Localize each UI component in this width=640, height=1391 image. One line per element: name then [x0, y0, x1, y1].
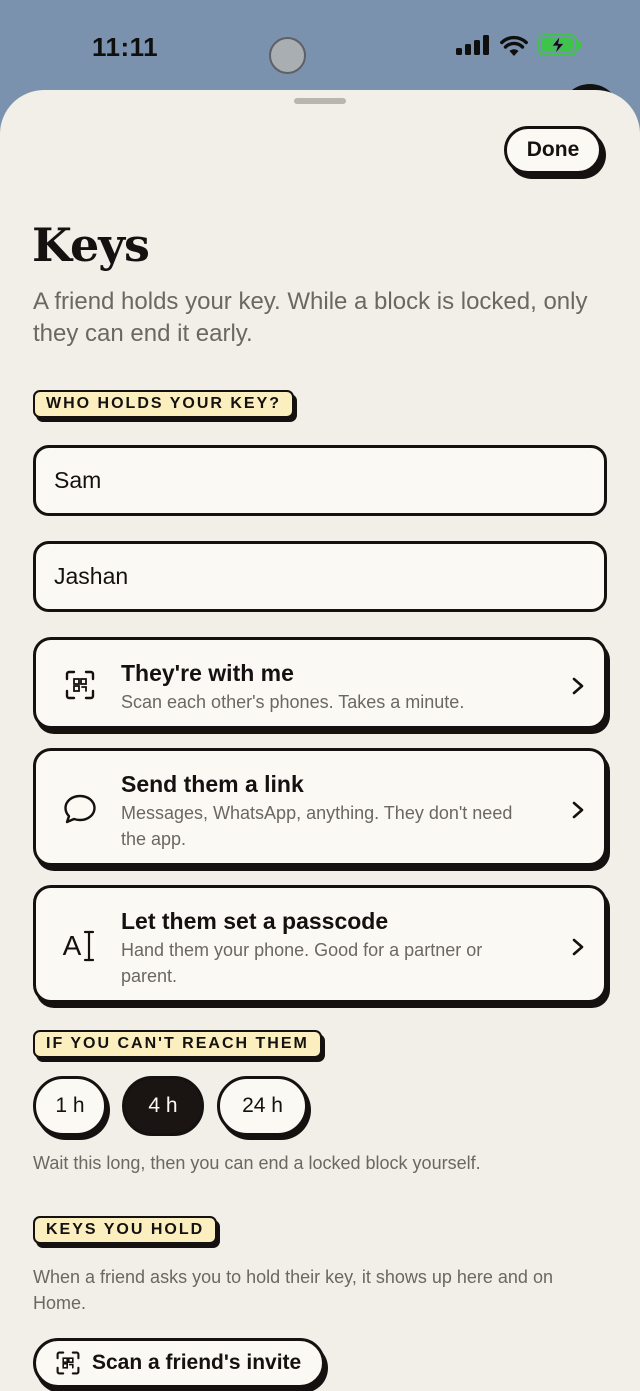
done-button[interactable]: Done — [504, 126, 602, 174]
option-title: Let them set a passcode — [121, 908, 389, 934]
text-cursor-icon: A — [60, 926, 100, 966]
wifi-icon — [500, 35, 528, 56]
page-subtitle: A friend holds your key. While a block i… — [33, 288, 588, 347]
sheet-grabber[interactable] — [294, 98, 346, 104]
scan-invite-label: Scan a friend's invite — [92, 1351, 302, 1374]
status-bar: 11:11 — [0, 0, 640, 92]
cellular-signal-icon — [456, 35, 489, 55]
fallback-hint: Wait this long, then you can end a locke… — [33, 1153, 481, 1173]
qr-scan-icon — [60, 665, 100, 705]
option-title: Send them a link — [121, 771, 304, 797]
option-passcode[interactable]: A Let them set a passcode Hand them your… — [33, 885, 607, 1003]
battery-charging-icon — [538, 34, 581, 56]
holder-name-field[interactable]: Jashan — [33, 541, 607, 612]
holder-name-field[interactable]: Sam — [33, 445, 607, 516]
keys-you-hold-tag: KEYS YOU HOLD — [33, 1216, 218, 1244]
option-description: Scan each other's phones. Takes a minute… — [121, 692, 465, 712]
page-title: Keys — [32, 218, 150, 272]
text-cursor-glyph: A — [62, 930, 82, 961]
chevron-right-icon — [572, 677, 584, 695]
duration-24h-button[interactable]: 24 h — [217, 1076, 308, 1136]
chat-bubble-icon — [60, 789, 100, 829]
fallback-tag: IF YOU CAN'T REACH THEM — [33, 1030, 322, 1058]
keys-sheet: Done Keys A friend holds your key. While… — [0, 90, 640, 1391]
option-title: They're with me — [121, 660, 294, 686]
option-description: Hand them your phone. Good for a partner… — [121, 940, 483, 986]
chevron-right-icon — [572, 938, 584, 956]
status-icons — [456, 34, 582, 56]
scan-invite-button[interactable]: Scan a friend's invite — [33, 1338, 325, 1388]
qr-scan-icon — [56, 1351, 80, 1375]
who-holds-tag: WHO HOLDS YOUR KEY? — [33, 390, 295, 418]
chevron-right-icon — [572, 801, 584, 819]
duration-4h-button[interactable]: 4 h — [122, 1076, 204, 1136]
status-time: 11:11 — [92, 32, 159, 62]
duration-1h-button[interactable]: 1 h — [33, 1076, 107, 1136]
option-send-link[interactable]: Send them a link Messages, WhatsApp, any… — [33, 748, 607, 866]
camera-indicator — [269, 37, 306, 74]
option-description: Messages, WhatsApp, anything. They don't… — [121, 803, 513, 849]
option-in-person[interactable]: They're with me Scan each other's phones… — [33, 637, 607, 729]
keys-you-hold-hint: When a friend asks you to hold their key… — [33, 1267, 553, 1313]
